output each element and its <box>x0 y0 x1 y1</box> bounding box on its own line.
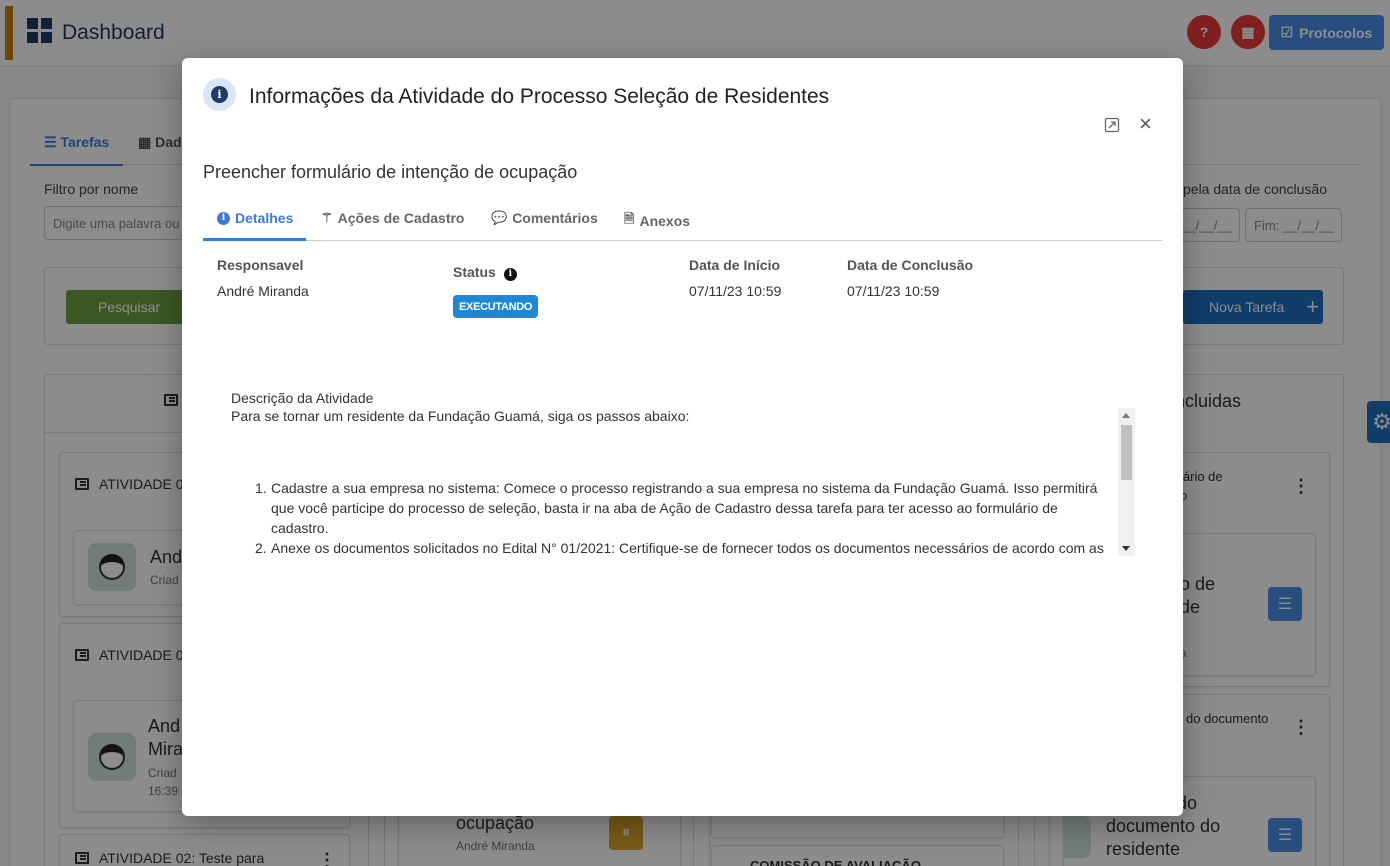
active-tab-indicator <box>203 238 306 241</box>
comments-icon: 💬 <box>491 210 508 225</box>
list-item: 2. Anexe os documentos solicitados no Edi… <box>255 540 1104 556</box>
tab-detalhes[interactable]: i Detalhes <box>217 210 293 226</box>
data-inicio-value: 07/11/23 10:59 <box>689 283 782 299</box>
status-label: Status i <box>453 264 517 281</box>
status-badge: EXECUTANDO <box>453 295 539 318</box>
list-item: 1. Cadastre a sua empresa no sistema: Com… <box>255 480 1098 536</box>
modal-tabs: i Detalhes ⚚ Ações de Cadastro 💬 Comentá… <box>203 204 1162 241</box>
close-icon[interactable]: × <box>1139 113 1152 135</box>
responsavel-value: André Miranda <box>217 283 309 299</box>
activity-info-modal: i Informações da Atividade do Processo S… <box>182 58 1183 816</box>
status-info-icon[interactable]: i <box>503 267 517 281</box>
data-conclusao-label: Data de Conclusão <box>847 257 974 273</box>
data-inicio-label: Data de Início <box>689 257 781 273</box>
scroll-down-arrow-icon[interactable] <box>1122 546 1130 551</box>
info-circle-icon: i <box>217 211 230 225</box>
magic-wand-icon: ⚚ <box>321 210 333 225</box>
tab-comentarios[interactable]: 💬 Comentários <box>491 210 598 226</box>
info-icon: i <box>203 78 236 111</box>
scrollbar-thumb[interactable] <box>1121 425 1132 480</box>
description-scroll-area[interactable]: Para se tornar um residente da Fundação … <box>231 408 1135 556</box>
data-conclusao-value: 07/11/23 10:59 <box>847 283 940 299</box>
modal-title: Informações da Atividade do Processo Sel… <box>249 85 830 108</box>
tab-anexos[interactable]: 🗎 Anexos <box>624 210 690 232</box>
tab-acoes-de-cadastro[interactable]: ⚚ Ações de Cadastro <box>321 210 464 226</box>
description-title: Descrição da Atividade <box>231 390 374 406</box>
file-icon: 🗎 <box>624 211 635 226</box>
description-scrollbar[interactable] <box>1118 408 1135 556</box>
scroll-up-arrow-icon[interactable] <box>1122 413 1130 418</box>
description-intro: Para se tornar um residente da Fundação … <box>231 408 690 424</box>
responsavel-label: Responsavel <box>217 257 304 273</box>
activity-subtitle: Preencher formulário de intenção de ocup… <box>203 162 578 182</box>
expand-icon[interactable] <box>1104 117 1120 133</box>
description-steps: 1. Cadastre a sua empresa no sistema: Com… <box>231 478 1105 556</box>
